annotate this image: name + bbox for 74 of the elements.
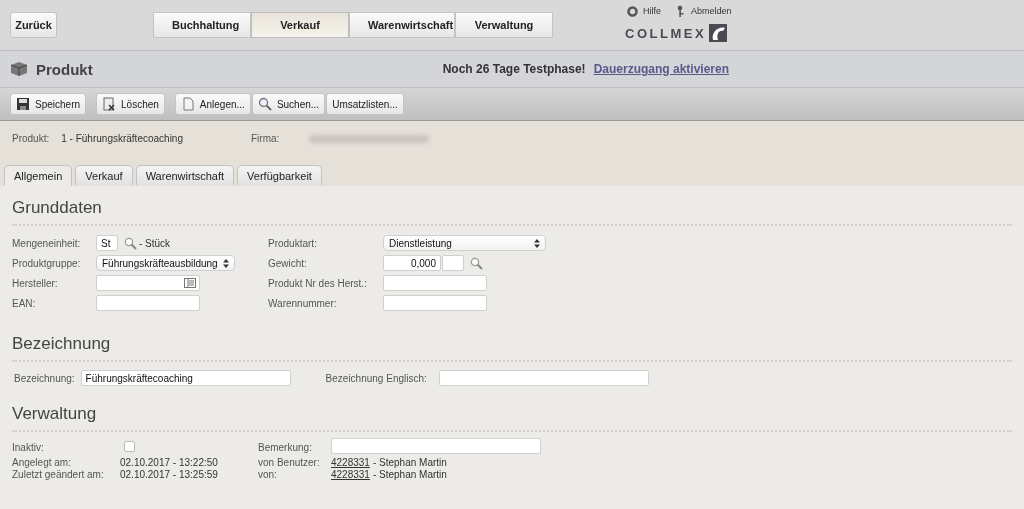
tab[interactable]: Warenwirtschaft: [135, 165, 235, 185]
logo-icon: [709, 24, 728, 42]
activate-link[interactable]: Dauerzugang aktivieren: [593, 62, 729, 76]
text-area[interactable]: Führungskräftecoaching: [80, 370, 291, 386]
field-label: Bezeichnung Englisch:: [325, 372, 427, 384]
input-field[interactable]: 0,000: [383, 255, 441, 271]
company-label: Firma:: [251, 133, 280, 144]
logout-link[interactable]: Abmelden: [691, 6, 732, 16]
help-icon[interactable]: [627, 5, 638, 17]
field-label: Angelegt am:: [12, 457, 72, 468]
toolbar-button[interactable]: Anlegen...: [174, 93, 251, 115]
select-field[interactable]: Dienstleistung: [383, 235, 546, 251]
user-name: - Stephan Martin: [372, 469, 447, 480]
user-id-link[interactable]: 4228331: [331, 457, 370, 468]
input-field[interactable]: [383, 295, 487, 311]
unit-name: - Stück: [139, 237, 171, 249]
toolbar-button[interactable]: Löschen: [96, 93, 165, 115]
section-title: Grunddaten: [12, 186, 1012, 226]
key-icon[interactable]: [677, 5, 686, 17]
text-area[interactable]: [331, 438, 541, 454]
module-tab[interactable]: Warenwirtschaft: [349, 12, 455, 38]
tab[interactable]: Verfügbarkeit: [237, 165, 322, 185]
module-tab[interactable]: Buchhaltung: [153, 12, 251, 38]
input-field[interactable]: [96, 275, 200, 291]
delete-document-icon: [102, 97, 117, 111]
field-label: Mengeneinheit:: [12, 237, 82, 249]
back-button[interactable]: Zurück: [10, 12, 57, 38]
search-icon[interactable]: [124, 236, 137, 250]
field-label: Produktart:: [268, 237, 318, 249]
page-title: Produkt: [36, 60, 93, 78]
help-link[interactable]: Hilfe: [643, 6, 661, 16]
timestamp: 02.10.2017 - 13:22:50: [120, 457, 219, 468]
product-value: 1 - Führungskräftecoaching: [61, 133, 183, 144]
logo-text: COLLMEX: [625, 25, 707, 41]
field-label: von:: [258, 469, 278, 480]
toolbar-button[interactable]: Suchen...: [251, 93, 326, 115]
checkbox[interactable]: [124, 440, 135, 452]
input-field[interactable]: [383, 275, 487, 291]
module-tab[interactable]: Verwaltung: [455, 12, 553, 38]
section-title: Verwaltung: [12, 386, 1012, 432]
section-title: Bezeichnung: [12, 312, 1012, 362]
user-name: - Stephan Martin: [372, 457, 447, 468]
field-label: Hersteller:: [12, 277, 59, 289]
module-tab[interactable]: Verkauf: [251, 12, 349, 38]
select-field[interactable]: Führungskräfteausbildung: [96, 255, 235, 271]
field-label: Inaktiv:: [12, 441, 45, 453]
text-area[interactable]: [438, 370, 649, 386]
address-card-icon[interactable]: [184, 278, 196, 288]
field-label: Zuletzt geändert am:: [12, 469, 105, 480]
search-icon[interactable]: [470, 256, 483, 270]
tab[interactable]: Allgemein: [4, 165, 73, 186]
field-label: Bemerkung:: [258, 441, 313, 453]
search-icon: [257, 97, 272, 111]
input-field[interactable]: [96, 295, 200, 311]
stepper-arrows-icon: [534, 238, 540, 248]
field-label: EAN:: [12, 297, 37, 309]
field-label: Bezeichnung:: [14, 372, 75, 384]
timestamp: 02.10.2017 - 13:25:59: [120, 469, 219, 480]
field-label: Produktgruppe:: [12, 257, 82, 269]
tab[interactable]: Verkauf: [75, 165, 133, 185]
input-field[interactable]: St: [96, 235, 118, 251]
box-icon: [10, 61, 28, 77]
unit-field[interactable]: [442, 255, 464, 271]
field-label: von Benutzer:: [258, 457, 321, 468]
trial-notice: Noch 26 Tage Testphase!: [442, 62, 586, 76]
user-id-link[interactable]: 4228331: [331, 469, 370, 480]
document-icon: [180, 97, 195, 111]
field-label: Warennummer:: [268, 297, 338, 309]
toolbar-button[interactable]: Speichern: [10, 93, 87, 115]
product-label: Produkt:: [12, 133, 50, 144]
field-label: Produkt Nr des Herst.:: [268, 277, 368, 289]
stepper-arrows-icon: [223, 258, 229, 268]
field-label: Gewicht:: [268, 257, 308, 269]
toolbar-button[interactable]: Umsatzlisten...: [326, 93, 404, 115]
